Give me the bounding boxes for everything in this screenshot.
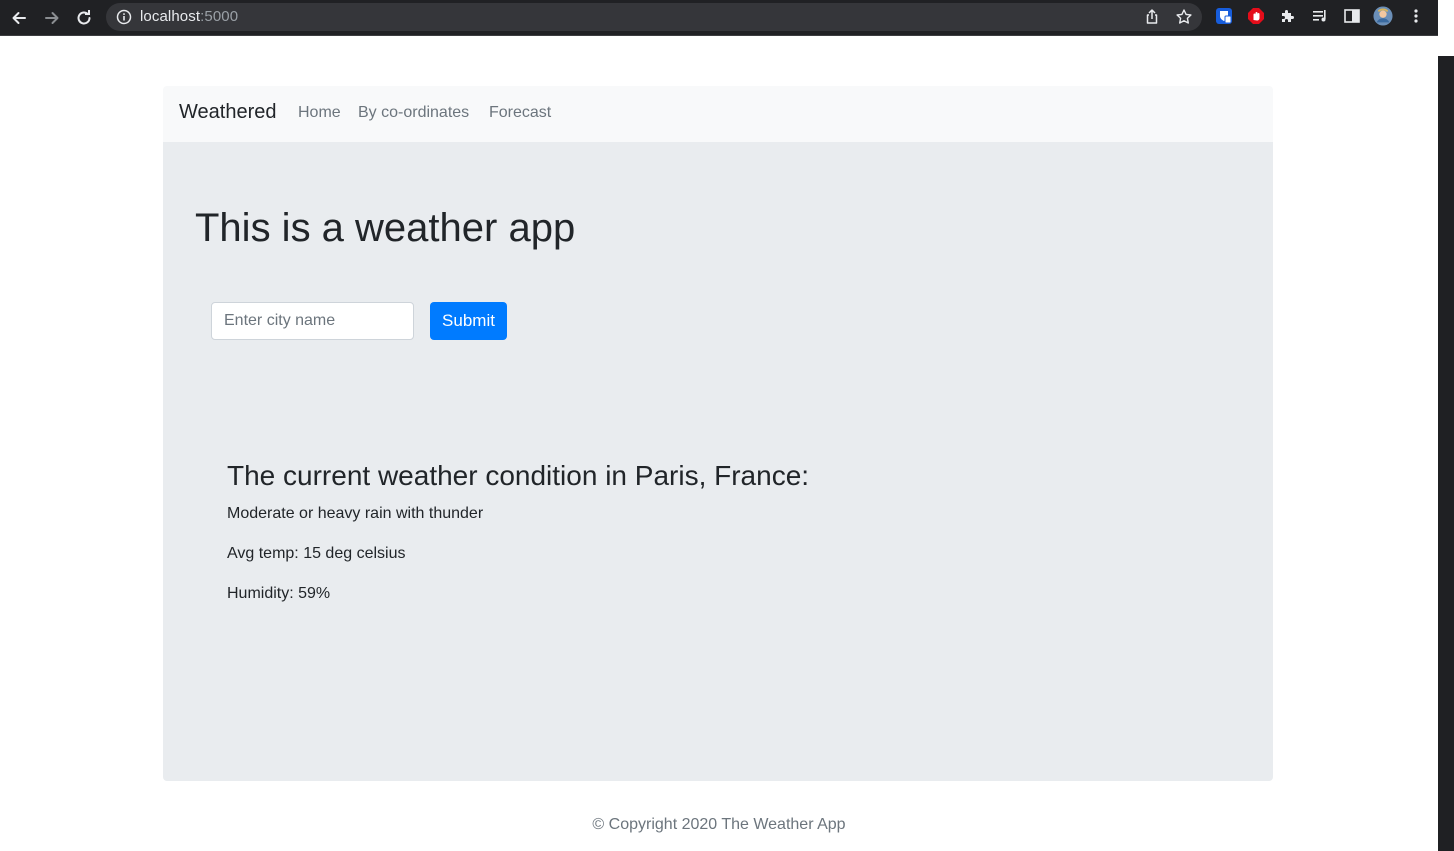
main-jumbotron: This is a weather app Submit The current…	[163, 142, 1273, 781]
bookmark-star-icon[interactable]	[1175, 8, 1193, 26]
weather-avg-temp: Avg temp: 15 deg celsius	[227, 545, 406, 562]
navbar: Weathered Home By co-ordinates Forecast	[163, 86, 1273, 142]
submit-button[interactable]: Submit	[430, 302, 507, 340]
address-bar[interactable]: localhost:5000	[106, 3, 1202, 31]
browser-toolbar: localhost:5000	[0, 0, 1438, 36]
weather-result-title: The current weather condition in Paris, …	[227, 460, 810, 491]
bitwarden-icon[interactable]	[1214, 6, 1234, 26]
adblock-icon[interactable]	[1246, 6, 1266, 26]
navbar-brand[interactable]: Weathered	[179, 101, 276, 124]
city-name-input[interactable]	[211, 302, 414, 340]
nav-link-forecast[interactable]: Forecast	[489, 104, 551, 122]
url-host: localhost	[140, 8, 201, 25]
weather-condition: Moderate or heavy rain with thunder	[227, 505, 484, 522]
back-arrow-icon[interactable]	[7, 6, 31, 30]
page-title: This is a weather app	[195, 206, 576, 250]
url-port: :5000	[200, 8, 239, 25]
info-icon[interactable]	[116, 9, 132, 25]
side-panel-icon[interactable]	[1342, 6, 1362, 26]
extensions-puzzle-icon[interactable]	[1278, 6, 1298, 26]
media-queue-icon[interactable]	[1310, 6, 1330, 26]
nav-link-by-coordinates[interactable]: By co-ordinates	[358, 104, 469, 122]
menu-kebab-icon[interactable]	[1406, 6, 1426, 26]
nav-link-home[interactable]: Home	[298, 104, 341, 122]
url-text[interactable]: localhost:5000	[140, 8, 238, 25]
profile-avatar-icon[interactable]	[1373, 6, 1393, 26]
share-icon[interactable]	[1143, 8, 1161, 26]
forward-arrow-icon[interactable]	[40, 6, 64, 30]
weather-humidity: Humidity: 59%	[227, 585, 331, 602]
window-edge	[1438, 0, 1454, 851]
footer-copyright: © Copyright 2020 The Weather App	[592, 816, 846, 833]
reload-icon[interactable]	[72, 6, 96, 30]
